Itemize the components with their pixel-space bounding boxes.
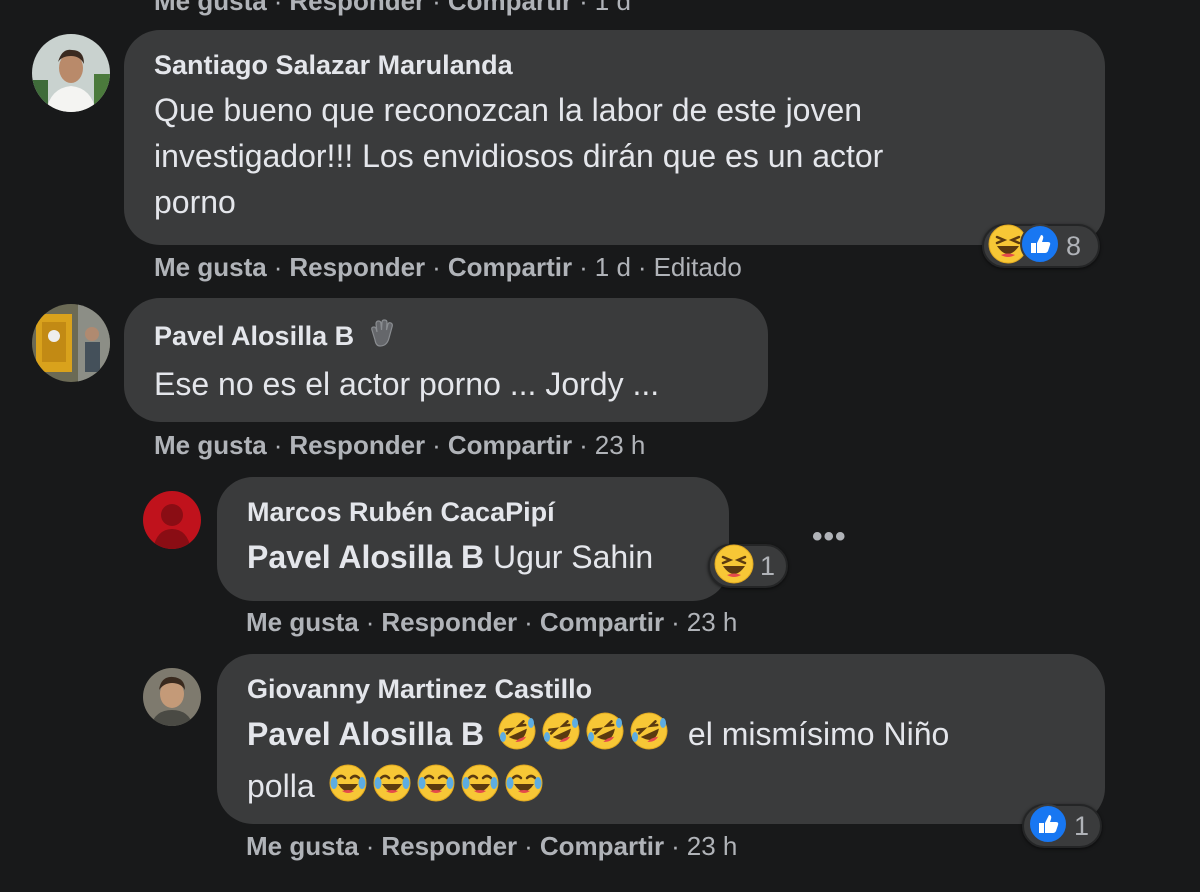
mention-link[interactable]: Pavel Alosilla B: [247, 716, 484, 752]
like-action[interactable]: Me gusta: [154, 252, 267, 282]
comment-author-row: Pavel Alosilla B: [154, 318, 738, 355]
reaction-count: 1: [1074, 810, 1090, 841]
comment-author[interactable]: Pavel Alosilla B: [154, 321, 354, 351]
separator-dot: ·: [579, 430, 588, 460]
separator-dot: ·: [524, 831, 533, 861]
timestamp[interactable]: 1 d: [595, 252, 631, 282]
comment-text: Pavel Alosilla B Ugur Sahin: [247, 534, 699, 580]
joy-emoji-icon: [372, 763, 412, 815]
separator-dot: ·: [432, 252, 441, 282]
share-action[interactable]: Compartir: [540, 831, 664, 861]
timestamp[interactable]: 1 d: [595, 0, 631, 16]
comment-text: Ese no es el actor porno ... Jordy ...: [154, 366, 660, 402]
separator-dot: ·: [365, 831, 375, 861]
joy-emoji-icon: [504, 763, 544, 815]
reply-action[interactable]: Responder: [289, 430, 425, 460]
comment-bubble: Pavel Alosilla B Ese no es el actor porn…: [124, 298, 768, 422]
comment-bubble: Santiago Salazar Marulanda Que bueno que…: [124, 30, 1105, 245]
separator-dot: ·: [365, 607, 375, 637]
separator-dot: ·: [273, 0, 283, 16]
comment-text-line: Que bueno que reconozcan la labor de est…: [154, 92, 863, 128]
reaction-summary[interactable]: 1: [1022, 803, 1102, 849]
share-action[interactable]: Compartir: [448, 252, 572, 282]
separator-dot: ·: [671, 831, 680, 861]
like-action[interactable]: Me gusta: [246, 831, 359, 861]
avatar[interactable]: [143, 491, 201, 549]
like-icon: [1028, 803, 1068, 849]
reaction-count: 1: [760, 550, 776, 581]
rofl-emoji-icon: [585, 711, 625, 763]
comment-actions: Me gusta · Responder · Compartir · 23 h: [154, 430, 645, 461]
reply-action[interactable]: Responder: [289, 0, 425, 16]
separator-dot: ·: [579, 0, 588, 16]
reply-action[interactable]: Responder: [289, 252, 425, 282]
comment-text-line: Pavel Alosilla B el mismísimo Niño: [247, 711, 1075, 763]
timestamp[interactable]: 23 h: [595, 430, 646, 460]
comment-actions: Me gusta · Responder · Compartir · 23 h: [246, 831, 737, 862]
comment-text-line: porno: [154, 184, 236, 220]
avatar[interactable]: [32, 304, 110, 382]
reaction-count: 8: [1066, 230, 1082, 261]
like-icon: [1020, 223, 1060, 269]
separator-dot: ·: [671, 607, 680, 637]
comment-thread: Me gusta · Responder · Compartir · 1 d Santiag…: [0, 0, 1200, 892]
joy-emoji-icon: [460, 763, 500, 815]
comment-text: Pavel Alosilla B el mismísimo Niño polla: [247, 711, 1075, 815]
comment-author[interactable]: Marcos Rubén CacaPipí: [247, 497, 699, 528]
reaction-summary[interactable]: 8: [982, 223, 1100, 269]
avatar[interactable]: [143, 668, 201, 726]
wave-icon: [366, 318, 396, 355]
comment-author[interactable]: Giovanny Martinez Castillo: [247, 674, 1075, 705]
separator-dot: ·: [524, 607, 533, 637]
haha-icon: [714, 544, 754, 589]
reply-action[interactable]: Responder: [381, 607, 517, 637]
share-action[interactable]: Compartir: [448, 430, 572, 460]
top-action-row: Me gusta · Responder · Compartir · 1 d: [154, 0, 631, 17]
rofl-emoji-icon: [497, 711, 537, 763]
share-action[interactable]: Compartir: [540, 607, 664, 637]
reply-bubble: Marcos Rubén CacaPipí Pavel Alosilla B U…: [217, 477, 729, 601]
rofl-emoji-icon: [629, 711, 669, 763]
like-action[interactable]: Me gusta: [154, 0, 267, 16]
comment-text: Que bueno que reconozcan la labor de est…: [154, 87, 1075, 225]
rofl-emoji-icon: [541, 711, 581, 763]
comment-actions: Me gusta · Responder · Compartir · 1 d · Editado: [154, 252, 742, 283]
comment-text-content: el mismísimo Niño: [687, 716, 950, 752]
avatar[interactable]: [32, 34, 110, 112]
joy-emoji-icon: [416, 763, 456, 815]
separator-dot: ·: [273, 430, 283, 460]
reply-action[interactable]: Responder: [381, 831, 517, 861]
separator-dot: ·: [273, 252, 283, 282]
separator-dot: ·: [432, 0, 441, 16]
separator-dot: ·: [432, 430, 441, 460]
edited-label[interactable]: Editado: [654, 252, 742, 282]
comment-text-line: polla: [247, 763, 1075, 815]
more-options-icon[interactable]: •••: [812, 520, 847, 554]
rofl-emoji-group: [497, 711, 673, 763]
comment-text-content: polla: [247, 768, 315, 804]
comment-actions: Me gusta · Responder · Compartir · 23 h: [246, 607, 737, 638]
separator-dot: ·: [579, 252, 588, 282]
comment-text-line: investigador!!! Los envidiosos dirán que…: [154, 138, 884, 174]
like-action[interactable]: Me gusta: [154, 430, 267, 460]
joy-emoji-icon: [328, 763, 368, 815]
comment-text-content: Ugur Sahin: [493, 539, 654, 575]
like-action[interactable]: Me gusta: [246, 607, 359, 637]
comment-author[interactable]: Santiago Salazar Marulanda: [154, 50, 1075, 81]
share-action[interactable]: Compartir: [448, 0, 572, 16]
separator-dot: ·: [637, 252, 647, 282]
reply-bubble: Giovanny Martinez Castillo Pavel Alosill…: [217, 654, 1105, 824]
joy-emoji-group: [328, 763, 548, 815]
timestamp[interactable]: 23 h: [687, 831, 738, 861]
reaction-summary[interactable]: 1: [708, 544, 788, 588]
mention-link[interactable]: Pavel Alosilla B: [247, 539, 484, 575]
timestamp[interactable]: 23 h: [687, 607, 738, 637]
